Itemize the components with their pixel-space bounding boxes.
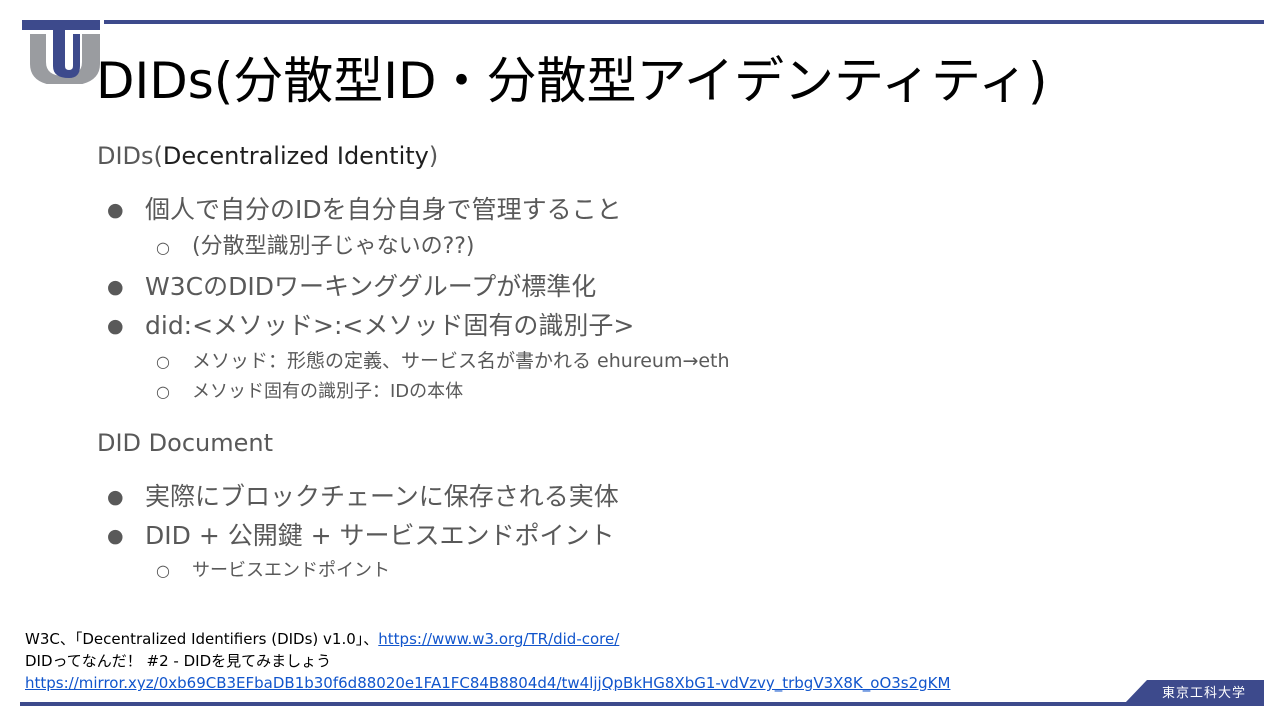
bullet-text: 個人で自分のIDを自分自身で管理すること <box>145 195 622 224</box>
list-item: ● W3CのDIDワーキンググループが標準化 <box>107 271 596 303</box>
bullet-icon: ● <box>107 199 124 221</box>
list-item: ● DID + 公開鍵 + サービスエンドポイント <box>107 520 615 552</box>
reference-link[interactable]: https://www.w3.org/TR/did-core/ <box>378 630 619 648</box>
bullet-icon: ● <box>107 525 124 547</box>
reference-link[interactable]: https://mirror.xyz/0xb69CB3EFbaDB1b30f6d… <box>25 674 950 692</box>
reference-line: https://mirror.xyz/0xb69CB3EFbaDB1b30f6d… <box>25 672 950 694</box>
university-badge: 東京工科大学 <box>1125 680 1264 703</box>
bullet-icon: ● <box>107 276 124 298</box>
bullet-text: 実際にブロックチェーンに保存される実体 <box>145 482 619 511</box>
sub-list-item: ○ メソッド：形態の定義、サービス名が書かれる ehureum→eth <box>156 348 730 375</box>
bullet-text: did:<メソッド>:<メソッド固有の識別子> <box>145 311 635 340</box>
sub-bullet-text: メソッド固有の識別子：IDの本体 <box>192 381 464 402</box>
reference-prefix: W3C、「Decentralized Identifiers (DIDs) v1… <box>25 630 379 648</box>
slide-title: DIDs(分散型ID・分散型アイデンティティ) <box>96 52 1048 110</box>
sub-bullet-icon: ○ <box>156 382 170 401</box>
bullet-icon: ● <box>107 315 124 337</box>
university-name: 東京工科大学 <box>1161 686 1246 701</box>
heading-main: Decentralized Identity <box>162 142 429 170</box>
reference-prefix: DIDってなんだ！ #2 - DIDを見てみましょう <box>25 652 332 670</box>
sub-list-item: ○ (分散型識別子じゃないの??) <box>156 234 475 261</box>
sub-bullet-text: メソッド：形態の定義、サービス名が書かれる ehureum→eth <box>192 350 730 372</box>
bottom-accent-bar <box>20 702 1264 706</box>
sub-bullet-text: (分散型識別子じゃないの??) <box>192 234 475 259</box>
section-heading-dids: DIDs(Decentralized Identity) <box>97 141 438 171</box>
reference-line: DIDってなんだ！ #2 - DIDを見てみましょう <box>25 650 950 672</box>
list-item: ● did:<メソッド>:<メソッド固有の識別子> <box>107 310 634 342</box>
bullet-text: W3CのDIDワーキンググループが標準化 <box>145 272 597 301</box>
top-accent-bar <box>104 20 1264 24</box>
university-logo-icon <box>22 20 100 84</box>
bullet-text: DID + 公開鍵 + サービスエンドポイント <box>145 521 615 550</box>
sub-bullet-text: サービスエンドポイント <box>192 560 390 581</box>
list-item: ● 実際にブロックチェーンに保存される実体 <box>107 481 619 513</box>
heading-prefix: DIDs( <box>97 142 163 170</box>
bullet-icon: ● <box>107 486 124 508</box>
heading-suffix: ) <box>428 142 439 170</box>
sub-bullet-icon: ○ <box>156 352 170 371</box>
sub-bullet-icon: ○ <box>156 238 170 257</box>
section-heading-did-document: DID Document <box>97 429 274 457</box>
sub-list-item: ○ サービスエンドポイント <box>156 558 390 584</box>
sub-list-item: ○ メソッド固有の識別子：IDの本体 <box>156 379 463 405</box>
reference-line: W3C、「Decentralized Identifiers (DIDs) v1… <box>25 628 950 650</box>
sub-bullet-icon: ○ <box>156 561 170 580</box>
list-item: ● 個人で自分のIDを自分自身で管理すること <box>107 194 622 226</box>
references: W3C、「Decentralized Identifiers (DIDs) v1… <box>25 628 950 694</box>
